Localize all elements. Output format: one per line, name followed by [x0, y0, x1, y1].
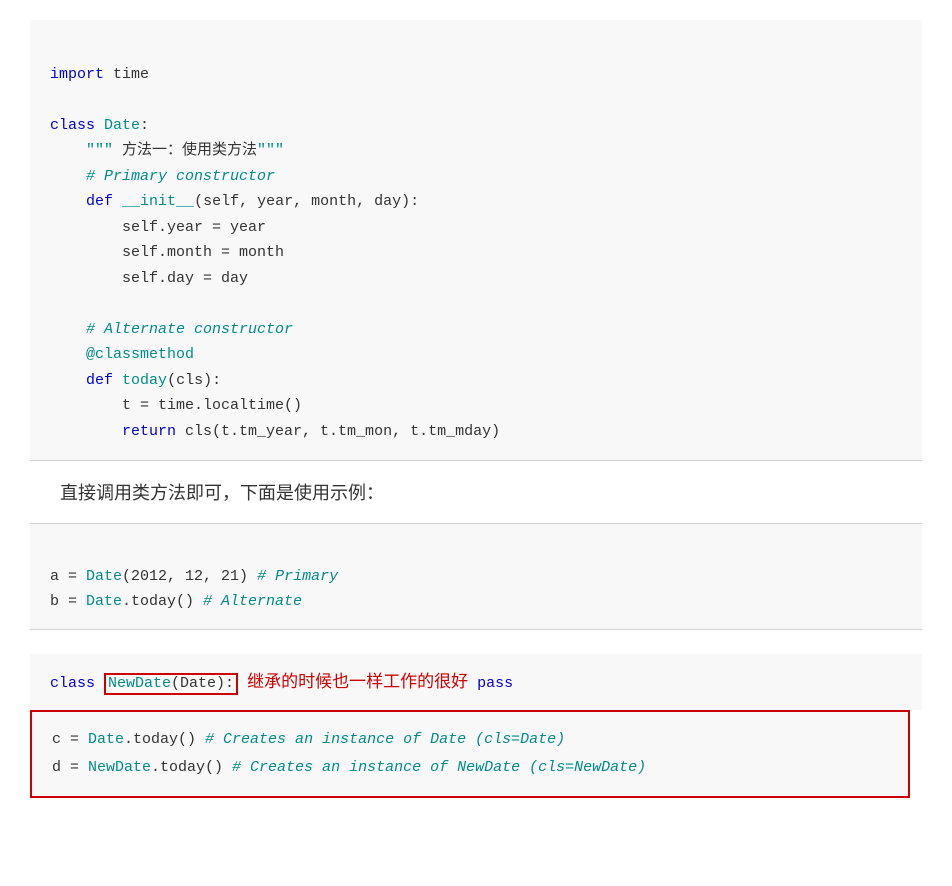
newdate-highlight-box: NewDate(Date):: [104, 673, 238, 695]
code-block-1: import time class Date: """ 方法一：使用类方法"""…: [30, 20, 922, 460]
code-block-2: a = Date(2012, 12, 21) # Primary b = Dat…: [30, 524, 922, 629]
class-block: class NewDate(Date): 继承的时候也一样工作的很好 pass: [30, 654, 922, 711]
inheritance-annotation: 继承的时候也一样工作的很好: [247, 672, 468, 691]
prose-text-1: 直接调用类方法即可，下面是使用示例：: [30, 461, 922, 523]
spacer: [30, 630, 922, 654]
last-code-block: c = Date.today() # Creates an instance o…: [30, 710, 910, 798]
import-keyword: import: [50, 66, 104, 83]
